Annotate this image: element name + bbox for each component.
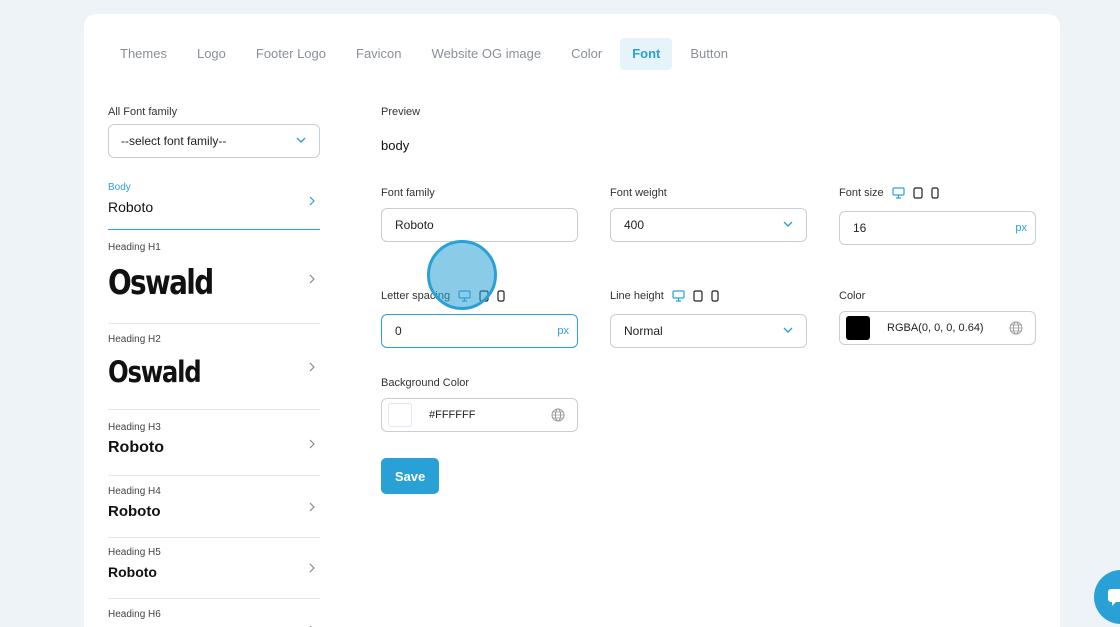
settings-card: Themes Logo Footer Logo Favicon Website … <box>84 14 1060 627</box>
font-settings-panel: Preview body Font family Roboto Font wei… <box>381 106 1041 494</box>
font-item-heading-h5[interactable]: Heading H5 Roboto <box>108 547 320 599</box>
letter-spacing-input[interactable]: 0 px <box>381 314 578 348</box>
tab-font[interactable]: Font <box>620 38 673 70</box>
font-item-heading-h1[interactable]: Heading H1 Oswald <box>108 242 320 324</box>
letter-spacing-value: 0 <box>395 324 402 338</box>
font-size-input[interactable]: 16 px <box>839 211 1036 245</box>
font-item-label: Heading H3 <box>108 422 161 433</box>
font-item-heading-h3[interactable]: Heading H3 Roboto <box>108 422 320 476</box>
font-weight-label: Font weight <box>610 187 667 199</box>
tab-bar: Themes Logo Footer Logo Favicon Website … <box>108 38 746 70</box>
font-item-label: Heading H6 <box>108 609 161 620</box>
font-family-select-value: --select font family-- <box>121 134 227 148</box>
font-size-field: Font size 16 px <box>839 186 1036 245</box>
background-color-input[interactable]: #FFFFFF <box>381 398 578 432</box>
font-item-font: Roboto <box>108 564 157 580</box>
chevron-down-icon <box>783 327 793 333</box>
font-size-label: Font size <box>839 187 884 199</box>
chevron-right-icon <box>309 362 315 372</box>
font-item-body[interactable]: Body Roboto <box>108 182 320 230</box>
font-weight-select[interactable]: 400 <box>610 208 807 242</box>
font-item-font: Roboto <box>108 439 164 456</box>
background-color-field: Background Color #FFFFFF <box>381 376 578 432</box>
font-item-heading-h4[interactable]: Heading H4 Roboto <box>108 486 320 538</box>
font-family-input[interactable]: Roboto <box>381 208 578 242</box>
mobile-icon[interactable] <box>711 290 719 302</box>
tab-color[interactable]: Color <box>559 38 614 70</box>
chevron-right-icon <box>309 196 315 206</box>
font-family-select[interactable]: --select font family-- <box>108 124 320 158</box>
letter-spacing-label: Letter spacing <box>381 290 451 302</box>
font-size-unit: px <box>1015 222 1027 234</box>
color-label: Color <box>839 290 866 302</box>
line-height-field: Line height Normal <box>610 289 807 348</box>
chevron-right-icon <box>309 274 315 284</box>
mobile-icon[interactable] <box>931 187 939 199</box>
globe-icon[interactable] <box>1009 321 1023 335</box>
tab-themes[interactable]: Themes <box>108 38 179 70</box>
font-item-font: Oswald <box>108 355 202 389</box>
font-item-label: Heading H4 <box>108 486 161 497</box>
chevron-right-icon <box>309 563 315 573</box>
tablet-icon[interactable] <box>913 187 923 199</box>
save-button[interactable]: Save <box>381 458 439 494</box>
tab-button[interactable]: Button <box>678 38 740 70</box>
desktop-icon[interactable] <box>672 290 685 302</box>
desktop-icon[interactable] <box>458 290 471 302</box>
letter-spacing-label-row: Letter spacing <box>381 289 578 303</box>
tab-logo[interactable]: Logo <box>185 38 238 70</box>
preview-label: Preview <box>381 106 421 118</box>
font-item-heading-h2[interactable]: Heading H2 Oswald <box>108 334 320 410</box>
font-size-value: 16 <box>853 221 867 235</box>
tab-website-og-image[interactable]: Website OG image <box>420 38 554 70</box>
font-item-label: Body <box>108 182 131 193</box>
tab-footer-logo[interactable]: Footer Logo <box>244 38 338 70</box>
background-color-swatch[interactable] <box>388 403 412 427</box>
font-item-label: Heading H5 <box>108 547 161 558</box>
chevron-down-icon <box>296 137 306 143</box>
font-family-field: Font family Roboto <box>381 186 578 242</box>
tablet-icon[interactable] <box>693 290 703 302</box>
font-item-font: Roboto <box>108 503 161 520</box>
all-font-family-label: All Font family <box>108 106 178 118</box>
color-field: Color RGBA(0, 0, 0, 0.64) <box>839 289 1036 345</box>
line-height-label-row: Line height <box>610 289 807 303</box>
font-family-label: Font family <box>381 187 435 199</box>
line-height-label: Line height <box>610 290 664 302</box>
color-input[interactable]: RGBA(0, 0, 0, 0.64) <box>839 311 1036 345</box>
color-swatch[interactable] <box>846 316 870 340</box>
chat-icon <box>1108 589 1120 606</box>
tab-favicon[interactable]: Favicon <box>344 38 414 70</box>
tablet-icon[interactable] <box>479 290 489 302</box>
font-weight-field: Font weight 400 <box>610 186 807 242</box>
background-color-label: Background Color <box>381 377 470 389</box>
desktop-icon[interactable] <box>892 187 905 199</box>
letter-spacing-unit: px <box>557 325 569 337</box>
chevron-right-icon <box>309 502 315 512</box>
font-item-label: Heading H1 <box>108 242 161 253</box>
background-color-value: #FFFFFF <box>429 409 476 421</box>
chevron-right-icon <box>309 439 315 449</box>
chat-launcher-button[interactable] <box>1094 570 1120 624</box>
letter-spacing-field: Letter spacing 0 px <box>381 289 578 348</box>
mobile-icon[interactable] <box>497 290 505 302</box>
font-item-label: Heading H2 <box>108 334 161 345</box>
color-value: RGBA(0, 0, 0, 0.64) <box>887 322 984 334</box>
font-family-value: Roboto <box>395 218 434 232</box>
preview-text: body <box>381 138 410 153</box>
line-height-value: Normal <box>624 324 663 338</box>
font-weight-value: 400 <box>624 218 645 232</box>
font-family-list: All Font family --select font family-- B… <box>108 106 320 627</box>
globe-icon[interactable] <box>551 408 565 422</box>
font-item-font: Oswald <box>108 263 214 303</box>
chevron-down-icon <box>783 221 793 227</box>
font-item-heading-h6[interactable]: Heading H6 Roboto <box>108 609 320 627</box>
line-height-select[interactable]: Normal <box>610 314 807 348</box>
font-item-font: Roboto <box>108 199 154 215</box>
font-size-label-row: Font size <box>839 186 1036 200</box>
